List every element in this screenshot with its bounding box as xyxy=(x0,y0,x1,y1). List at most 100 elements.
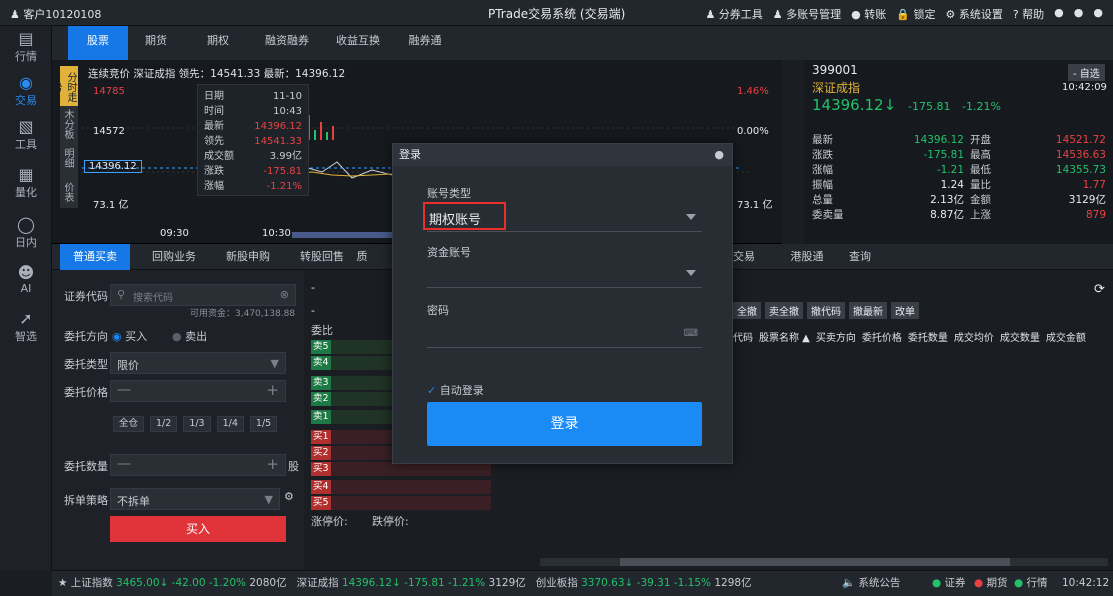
fraction-quarter[interactable]: 1/4 xyxy=(216,416,244,432)
vtab-price[interactable]: 价表 xyxy=(60,174,75,208)
cancel-latest-button[interactable]: 撤最新 xyxy=(849,302,887,319)
nav-item-ai[interactable]: ☻ AI xyxy=(0,264,52,296)
vtab-board[interactable]: 木分板 xyxy=(60,106,75,140)
tab-options[interactable]: 期权 xyxy=(198,26,238,60)
tab-securities-lending[interactable]: 融券通 xyxy=(400,26,450,60)
tab-convert[interactable]: 转股回售 xyxy=(292,244,352,270)
fraction-half[interactable]: 1/2 xyxy=(150,416,178,432)
minus-icon: — xyxy=(117,382,131,398)
pin-icon[interactable]: ★ xyxy=(58,577,67,589)
help-button[interactable]: ? 帮助 xyxy=(1013,6,1044,22)
fund-account-select[interactable] xyxy=(427,260,702,288)
settings-button[interactable]: ⚙ 系统设置 xyxy=(945,6,1002,22)
lock-button[interactable]: 🔒 锁定 xyxy=(896,6,935,22)
tab-swap[interactable]: 收益互换 xyxy=(328,26,388,60)
col-name[interactable]: 股票名称 ▲ xyxy=(759,329,810,344)
buy-3-row[interactable]: 买3 xyxy=(311,462,491,476)
tab-stock[interactable]: 股票 xyxy=(68,26,128,60)
tab-repo[interactable]: 回购业务 xyxy=(144,244,204,270)
password-field[interactable]: ⌨ xyxy=(427,320,702,348)
cancel-all-button[interactable]: 全撤 xyxy=(733,302,761,319)
login-button[interactable]: 登录 xyxy=(427,402,702,446)
split-tool-button[interactable]: ♟ 分券工具 xyxy=(705,6,762,22)
buy-5-row[interactable]: 买5 xyxy=(311,496,491,510)
col-avg[interactable]: 成交均价 xyxy=(954,329,994,344)
chevron-down-icon xyxy=(686,214,696,220)
fraction-buttons: 全仓 1/2 1/3 1/4 1/5 xyxy=(113,416,278,432)
col-direction[interactable]: 买卖方向 xyxy=(816,329,856,344)
window-title: PTrade交易系统 (交易端) xyxy=(488,7,626,21)
col-filled[interactable]: 成交数量 xyxy=(1000,329,1040,344)
index-sh-name: 上证指数 xyxy=(70,577,113,589)
tab-ipo[interactable]: 新股申购 xyxy=(218,244,278,270)
account-type-label: 账号类型 xyxy=(427,187,471,200)
status-futures: ● 期货 xyxy=(974,577,1008,589)
tab-query[interactable]: 查询 xyxy=(840,244,880,270)
tab-pledge[interactable]: 质 xyxy=(352,244,372,270)
auto-login-checkbox[interactable]: ✓ 自动登录 xyxy=(427,382,484,398)
quant-icon: ▦ xyxy=(18,165,34,184)
add-watchlist-button[interactable]: - 自选 xyxy=(1068,64,1105,81)
fund-account-label: 资金账号 xyxy=(427,246,471,259)
chevron-down-icon: ▼ xyxy=(270,357,279,370)
chevron-down-icon xyxy=(686,270,696,276)
refresh-icon[interactable]: ⟳ xyxy=(1094,282,1105,297)
nav-item-intraday[interactable]: ◯ 日内 xyxy=(0,216,52,250)
code-search-input[interactable]: ⚲ 搜索代码 ⊗ xyxy=(110,284,296,306)
horizontal-scrollbar[interactable] xyxy=(540,558,1108,566)
tab-hk-connect[interactable]: 港股通 xyxy=(782,244,832,270)
modify-order-button[interactable]: 改单 xyxy=(891,302,919,319)
order-type-select[interactable]: 限价 ▼ xyxy=(110,352,286,374)
cancel-all-sell-button[interactable]: 卖全撤 xyxy=(765,302,803,319)
nav-item-trade[interactable]: ◉ 交易 xyxy=(0,74,52,108)
dialog-close-icon[interactable]: ● xyxy=(714,144,724,166)
col-qty[interactable]: 委托数量 xyxy=(908,329,948,344)
index-cy-amount: 1298亿 xyxy=(714,577,752,589)
fraction-third[interactable]: 1/3 xyxy=(183,416,211,432)
quote-row: 总量 2.13亿 金额 3129亿 xyxy=(812,194,1106,206)
nav-item-tools[interactable]: ▧ 工具 xyxy=(0,118,52,152)
quantity-stepper[interactable]: — + xyxy=(110,454,286,476)
quote-table: 最新 14396.12 开盘 14521.72 涨跌 -175.81 最高 14536.63… xyxy=(812,133,1106,223)
fraction-full[interactable]: 全仓 xyxy=(113,416,145,432)
index-sz-amount: 3129亿 xyxy=(488,577,526,589)
split-strategy-select[interactable]: 不拆单 ▼ xyxy=(110,488,280,510)
login-dialog: 登录 ● 账号类型 期权账号 资金账号 密码 ⌨ ✓ 自动登录 登录 xyxy=(392,143,733,464)
buy-radio[interactable]: ◉ 买入 xyxy=(112,328,147,344)
col-code[interactable]: 代码 xyxy=(733,329,753,344)
announcement-link[interactable]: 🔈 系统公告 xyxy=(842,571,900,595)
nav-item-quant[interactable]: ▦ 量化 xyxy=(0,166,52,200)
tab-futures[interactable]: 期货 xyxy=(136,26,176,60)
scrollbar-thumb[interactable] xyxy=(620,558,1010,566)
book-dash: - xyxy=(311,304,315,317)
multi-account-button[interactable]: ♟ 多账号管理 xyxy=(773,6,841,22)
time-label-mid: 10:30 xyxy=(262,228,291,239)
code-label: 证券代码 xyxy=(64,290,108,303)
col-price[interactable]: 委托价格 xyxy=(862,329,902,344)
account-label: ♟ 客户10120108 xyxy=(10,8,102,21)
price-stepper[interactable]: — + xyxy=(110,380,286,402)
maximize-icon[interactable]: ● xyxy=(1074,6,1084,22)
tab-margin[interactable]: 融资融券 xyxy=(257,26,317,60)
nav-item-market[interactable]: ▤ 行情 xyxy=(0,30,52,64)
nav-item-smart[interactable]: ➚ 智选 xyxy=(0,310,52,344)
cancel-by-code-button[interactable]: 撤代码 xyxy=(807,302,845,319)
sell-radio[interactable]: ● 卖出 xyxy=(172,328,207,344)
plus-icon: + xyxy=(266,381,279,399)
buy-4-row[interactable]: 买4 xyxy=(311,480,491,494)
status-bar: ★ 上证指数 3465.00↓ -42.00 -1.20% 2080亿 深证成指… xyxy=(52,570,1113,596)
smart-icon: ➚ xyxy=(19,309,33,328)
transfer-button[interactable]: ● 转账 xyxy=(851,6,886,22)
gear-icon[interactable]: ⚙ xyxy=(284,490,294,503)
keyboard-icon[interactable]: ⌨ xyxy=(684,328,698,339)
clear-icon[interactable]: ⊗ xyxy=(280,288,289,301)
qty-unit: 股 xyxy=(288,460,299,473)
minimize-icon[interactable]: ● xyxy=(1054,6,1064,22)
close-icon[interactable]: ● xyxy=(1093,6,1103,22)
buy-submit-button[interactable]: 买入 xyxy=(110,516,286,542)
fraction-fifth[interactable]: 1/5 xyxy=(249,416,278,432)
tab-normal-trade[interactable]: 普通买卖 xyxy=(60,244,130,270)
vtab-timeshare[interactable]: 分时走势 xyxy=(50,66,78,106)
col-amount[interactable]: 成交金额 xyxy=(1046,329,1086,344)
vtab-detail[interactable]: 明细 xyxy=(60,140,75,174)
